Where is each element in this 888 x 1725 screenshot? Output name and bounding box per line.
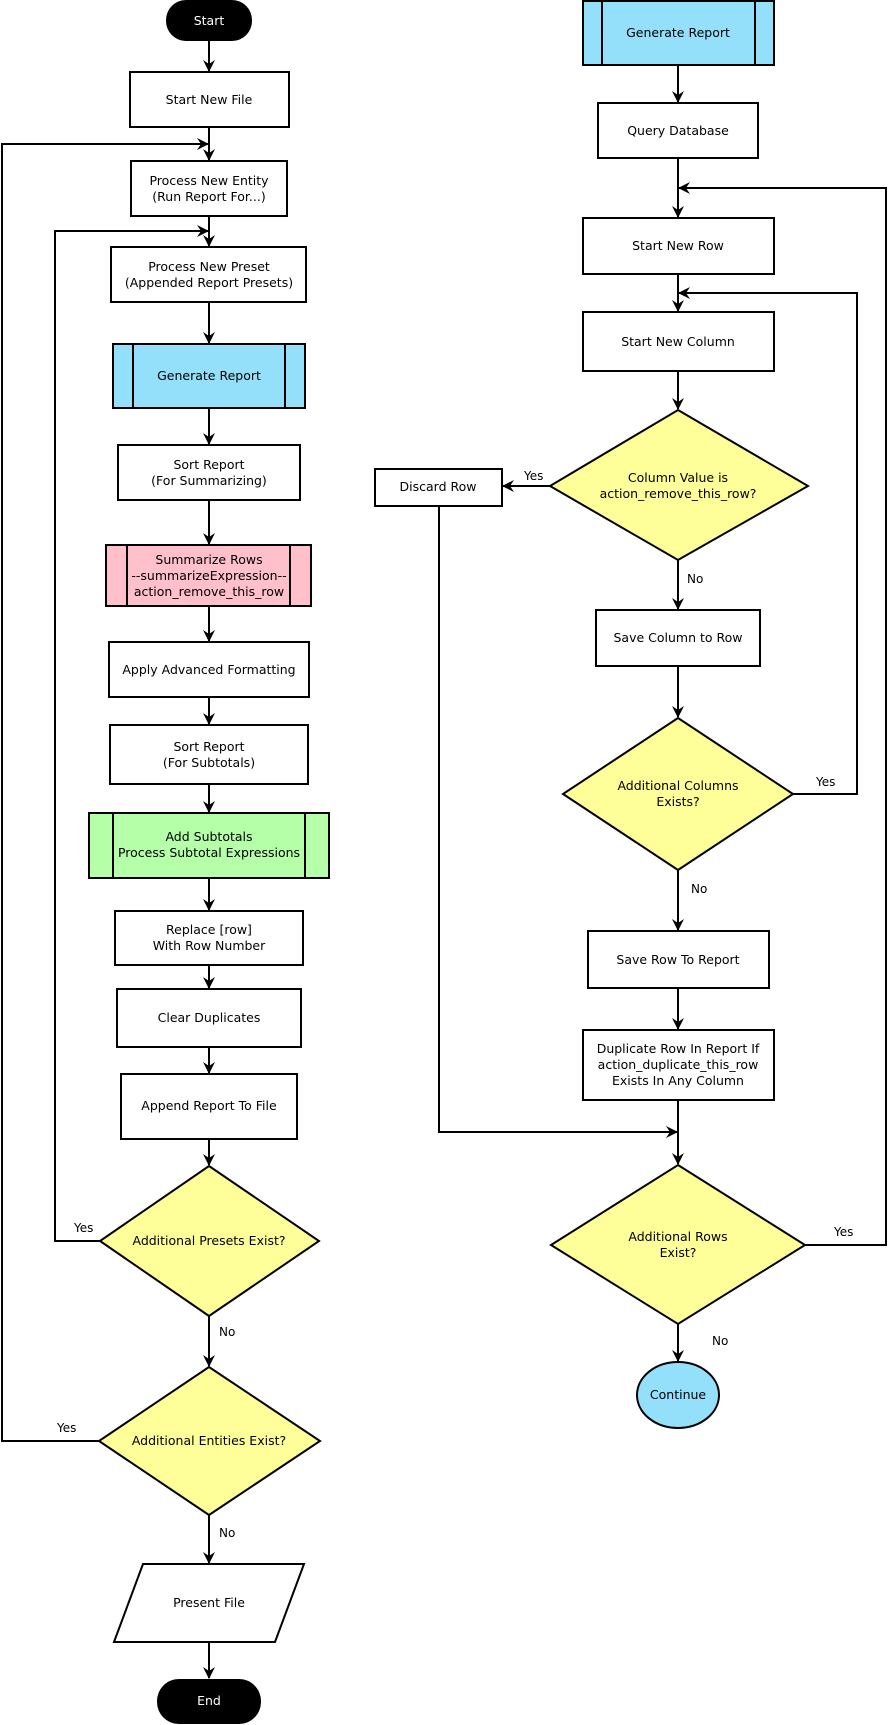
clear-duplicates-label: Clear Duplicates — [158, 1010, 261, 1025]
column-value-no-label: No — [687, 572, 703, 586]
sort-report-subtotals-label-1: Sort Report — [173, 739, 244, 754]
append-report-node[interactable]: Append Report To File — [120, 1073, 298, 1140]
process-new-entity-label-2: (Run Report For...) — [152, 189, 265, 204]
present-file-label: Present File — [173, 1595, 245, 1610]
summarize-rows-label-3: action_remove_this_row — [134, 584, 284, 599]
sort-report-subtotals-label-2: (For Subtotals) — [163, 755, 255, 770]
column-value-decision-label-2: action_remove_this_row? — [600, 486, 757, 501]
start-new-row-label: Start New Row — [632, 238, 724, 253]
duplicate-row-node[interactable]: Duplicate Row In Report If action_duplic… — [582, 1029, 775, 1101]
summarize-rows-label-1: Summarize Rows — [155, 552, 262, 567]
process-new-preset-label-1: Process New Preset — [148, 259, 270, 274]
start-terminal[interactable]: Start — [166, 0, 252, 41]
columns-no-label: No — [691, 882, 707, 896]
start-new-file-node[interactable]: Start New File — [129, 71, 290, 128]
left-flow: Start Start New File Process New Entity … — [1, 0, 330, 1724]
generate-report-subroutine-right[interactable]: Generate Report — [582, 0, 775, 66]
continue-label: Continue — [650, 1387, 707, 1402]
apply-advanced-formatting-label: Apply Advanced Formatting — [122, 662, 295, 677]
columns-yes-label: Yes — [815, 775, 835, 789]
generate-report-right-label: Generate Report — [626, 25, 730, 40]
replace-row-node[interactable]: Replace [row] With Row Number — [114, 910, 304, 966]
add-subtotals-label-1: Add Subtotals — [165, 829, 252, 844]
start-new-column-label: Start New Column — [621, 334, 735, 349]
process-new-entity-label-1: Process New Entity — [149, 173, 269, 188]
process-new-entity-node[interactable]: Process New Entity (Run Report For...) — [130, 160, 288, 217]
entities-no-label: No — [219, 1526, 235, 1540]
add-subtotals-subroutine[interactable]: Add Subtotals Process Subtotal Expressio… — [88, 812, 330, 879]
rows-decision-label-2: Exist? — [660, 1245, 697, 1260]
process-new-preset-label-2: (Appended Report Presets) — [125, 275, 293, 290]
append-report-label: Append Report To File — [141, 1098, 277, 1113]
rows-decision-label-1: Additional Rows — [628, 1229, 727, 1244]
column-value-decision[interactable]: Column Value is action_remove_this_row? — [548, 408, 811, 562]
sort-report-summarizing-node[interactable]: Sort Report (For Summarizing) — [117, 444, 301, 501]
rows-yes-label: Yes — [833, 1225, 853, 1239]
entities-yes-label: Yes — [56, 1421, 76, 1435]
presets-decision[interactable]: Additional Presets Exist? — [98, 1164, 321, 1318]
replace-row-label-1: Replace [row] — [166, 922, 252, 937]
start-label: Start — [194, 13, 225, 28]
right-flow: Generate Report Query Database Start New… — [374, 0, 887, 1429]
generate-report-left-label: Generate Report — [157, 368, 261, 383]
query-database-label: Query Database — [627, 123, 729, 138]
duplicate-row-label-2: action_duplicate_this_row — [598, 1057, 759, 1072]
generate-report-subroutine-left[interactable]: Generate Report — [112, 343, 306, 409]
present-file-io[interactable]: Present File — [112, 1563, 306, 1643]
entities-decision[interactable]: Additional Entities Exist? — [97, 1365, 322, 1517]
save-row-label: Save Row To Report — [616, 952, 739, 967]
columns-decision-label-2: Exists? — [656, 794, 699, 809]
entities-decision-label: Additional Entities Exist? — [132, 1433, 286, 1448]
continue-connector[interactable]: Continue — [636, 1361, 720, 1429]
summarize-rows-label-2: --summarizeExpression-- — [131, 568, 286, 583]
save-column-node[interactable]: Save Column to Row — [595, 609, 761, 667]
apply-advanced-formatting-node[interactable]: Apply Advanced Formatting — [108, 641, 310, 698]
clear-duplicates-node[interactable]: Clear Duplicates — [116, 988, 302, 1048]
end-terminal[interactable]: End — [157, 1679, 261, 1724]
flowchart-canvas: Start Start New File Process New Entity … — [1, 0, 887, 1724]
save-row-node[interactable]: Save Row To Report — [587, 930, 770, 989]
duplicate-row-label-1: Duplicate Row In Report If — [597, 1041, 760, 1056]
sort-report-subtotals-node[interactable]: Sort Report (For Subtotals) — [109, 724, 309, 785]
rows-no-label: No — [712, 1334, 728, 1348]
process-new-preset-node[interactable]: Process New Preset (Appended Report Pres… — [110, 246, 307, 303]
start-new-file-label: Start New File — [166, 92, 253, 107]
columns-decision[interactable]: Additional Columns Exists? — [561, 716, 795, 872]
column-value-decision-label-1: Column Value is — [628, 470, 728, 485]
start-new-column-node[interactable]: Start New Column — [582, 311, 775, 372]
summarize-rows-subroutine[interactable]: Summarize Rows --summarizeExpression-- a… — [105, 544, 312, 607]
sort-report-summarizing-label-2: (For Summarizing) — [151, 473, 267, 488]
discard-row-node[interactable]: Discard Row — [374, 468, 503, 507]
start-new-row-node[interactable]: Start New Row — [582, 217, 775, 275]
sort-report-summarizing-label-1: Sort Report — [173, 457, 244, 472]
end-label: End — [197, 1693, 221, 1708]
columns-decision-label-1: Additional Columns — [617, 778, 738, 793]
presets-yes-label: Yes — [73, 1221, 93, 1235]
add-subtotals-label-2: Process Subtotal Expressions — [118, 845, 300, 860]
duplicate-row-label-3: Exists In Any Column — [612, 1073, 744, 1088]
column-value-yes-label: Yes — [523, 469, 543, 483]
save-column-label: Save Column to Row — [613, 630, 742, 645]
presets-decision-label: Additional Presets Exist? — [132, 1233, 285, 1248]
query-database-node[interactable]: Query Database — [597, 102, 759, 159]
replace-row-label-2: With Row Number — [153, 938, 266, 953]
discard-row-label: Discard Row — [400, 479, 477, 494]
rows-decision[interactable]: Additional Rows Exist? — [549, 1163, 807, 1326]
presets-no-label: No — [219, 1325, 235, 1339]
